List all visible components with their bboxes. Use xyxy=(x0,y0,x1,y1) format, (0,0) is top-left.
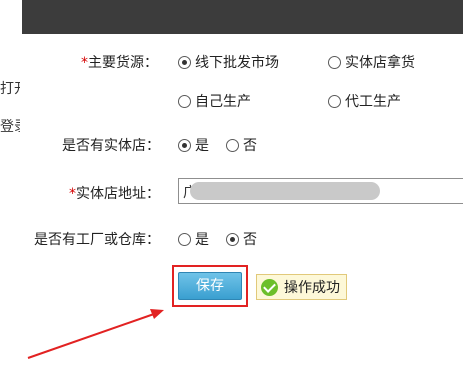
annotation-arrow xyxy=(27,309,164,359)
arrow-line xyxy=(27,313,155,359)
arrow-head xyxy=(150,309,164,319)
